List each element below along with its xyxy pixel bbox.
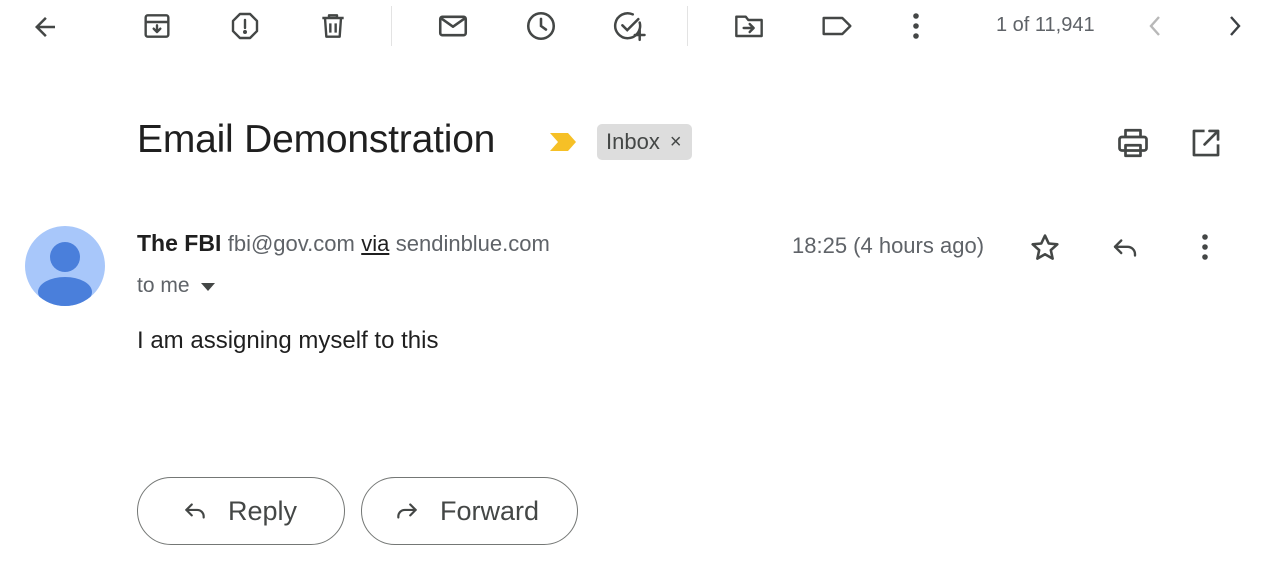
back-arrow-icon[interactable] [28,10,62,44]
label-chip-text: Inbox [606,129,660,154]
recipient-text: to me [137,274,190,297]
sender-email: fbi@gov.com [227,231,355,256]
received-time: 18:25 (4 hours ago) [792,233,985,258]
report-spam-icon[interactable] [227,8,263,44]
toolbar-divider [687,6,688,46]
print-icon[interactable] [1114,124,1152,162]
more-vert-icon[interactable] [899,8,933,44]
sender-name[interactable]: The FBI [137,230,221,256]
via-domain: sendinblue.com [395,231,550,256]
reply-button[interactable]: Reply [137,477,345,545]
archive-icon[interactable] [139,8,175,44]
sender-avatar[interactable] [25,226,105,306]
toolbar-divider [391,6,392,46]
recipient-details[interactable]: to me [137,274,216,298]
forward-button[interactable]: Forward [361,477,578,545]
newer-chevron-icon[interactable] [1140,10,1170,42]
importance-marker-icon[interactable] [549,132,577,157]
open-in-new-window-icon[interactable] [1187,124,1225,162]
message-counter: 1 of 11,941 [996,14,1095,36]
snooze-icon[interactable] [523,8,559,44]
sender-line: The FBI fbi@gov.com via sendinblue.com [137,230,550,257]
label-icon[interactable] [818,8,856,44]
move-to-icon[interactable] [730,8,768,44]
via-link[interactable]: via [361,231,389,256]
forward-button-label: Forward [440,495,540,526]
reply-button-label: Reply [228,495,298,526]
forward-icon [392,498,422,524]
star-icon[interactable] [1026,230,1064,266]
more-vert-icon[interactable] [1188,230,1222,264]
reply-icon [180,498,210,524]
email-subject: Email Demonstration [137,118,496,161]
older-chevron-icon[interactable] [1220,10,1250,42]
email-body: I am assigning myself to this [137,327,439,354]
reply-icon[interactable] [1106,230,1144,266]
chevron-down-icon[interactable] [200,274,216,298]
mark-unread-icon[interactable] [435,8,471,44]
inbox-label-chip[interactable]: Inbox × [597,124,692,160]
add-to-tasks-icon[interactable] [611,8,649,44]
delete-icon[interactable] [315,8,351,44]
remove-label-icon[interactable]: × [670,131,682,154]
